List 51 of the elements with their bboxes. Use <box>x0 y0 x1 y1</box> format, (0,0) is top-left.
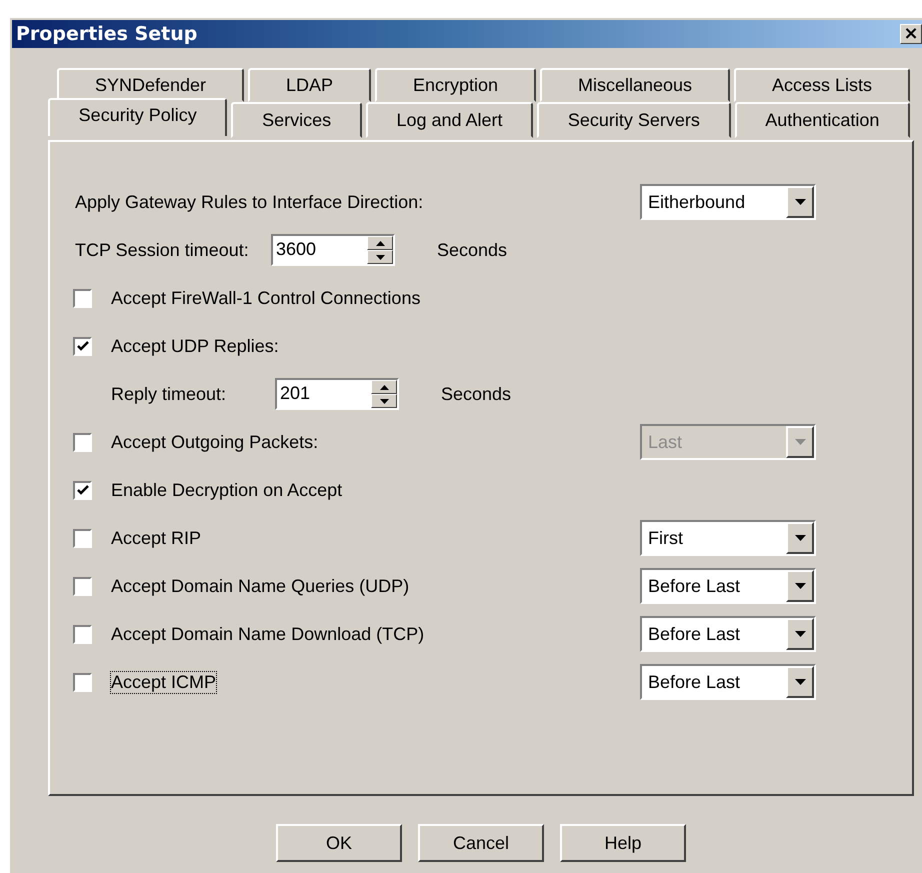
spin-arrows-icon[interactable] <box>367 236 393 264</box>
caret-icon[interactable] <box>786 522 814 554</box>
unit-label: Seconds <box>437 240 508 260</box>
spin-field[interactable]: 3600 <box>271 234 395 266</box>
spin-arrows-icon[interactable] <box>371 380 397 408</box>
close-button[interactable]: × <box>900 24 922 44</box>
checkbox-label[interactable]: Accept Domain Name Queries (UDP) <box>111 576 410 596</box>
tab[interactable]: Encryption <box>375 68 536 102</box>
dialog-button[interactable]: Help <box>560 824 686 862</box>
dropdown[interactable]: First <box>640 520 816 556</box>
checkbox[interactable] <box>73 672 92 692</box>
spin-field[interactable]: 201 <box>275 378 399 410</box>
tab[interactable]: Authentication <box>734 102 910 138</box>
dropdown[interactable]: Before Last <box>640 664 816 700</box>
field-label: TCP Session timeout: <box>75 240 250 260</box>
checkbox-label[interactable]: Accept Outgoing Packets: <box>111 432 318 452</box>
tab[interactable]: Log and Alert <box>366 102 534 138</box>
checkbox[interactable] <box>73 576 92 596</box>
tab[interactable]: LDAP <box>248 68 371 102</box>
checkbox-label[interactable]: Accept FireWall-1 Control Connections <box>111 288 420 308</box>
dropdown[interactable]: Before Last <box>640 616 816 652</box>
tab[interactable]: Miscellaneous <box>540 68 730 102</box>
dropdown[interactable]: Eitherbound <box>640 184 816 220</box>
field-label: Reply timeout: <box>111 384 228 404</box>
unit-label: Seconds <box>441 384 512 404</box>
checkbox-label[interactable]: Accept RIP <box>111 528 202 548</box>
checkbox[interactable] <box>73 288 92 308</box>
checkbox-label[interactable]: Accept ICMP <box>111 672 216 692</box>
caret-icon[interactable] <box>786 570 814 602</box>
tab[interactable]: Security Servers <box>537 102 731 138</box>
checkbox-label[interactable]: Enable Decryption on Accept <box>111 480 342 500</box>
check-mark-icon <box>76 340 88 352</box>
checkbox[interactable] <box>73 624 92 644</box>
dialog-button[interactable]: OK <box>276 824 402 862</box>
checkbox-label[interactable]: Accept Domain Name Download (TCP) <box>111 624 424 644</box>
check-mark-icon <box>76 484 88 496</box>
checkbox[interactable] <box>73 432 92 452</box>
checkbox[interactable] <box>73 336 92 356</box>
field-label: Apply Gateway Rules to Interface Direction: <box>74 192 424 212</box>
window-title: Properties Setup <box>16 23 198 45</box>
caret-icon[interactable] <box>786 186 814 218</box>
checkbox[interactable] <box>73 480 92 500</box>
tab[interactable]: Services <box>231 102 362 138</box>
dialog-button[interactable]: Cancel <box>418 824 544 862</box>
checkbox[interactable] <box>73 528 92 548</box>
caret-icon[interactable] <box>786 618 814 650</box>
caret-icon[interactable] <box>786 666 814 698</box>
dropdown[interactable]: Before Last <box>640 568 816 604</box>
checkbox-label[interactable]: Accept UDP Replies: <box>111 336 279 356</box>
tab[interactable]: Access Lists <box>734 68 910 102</box>
tab[interactable]: Security Policy <box>48 98 228 136</box>
